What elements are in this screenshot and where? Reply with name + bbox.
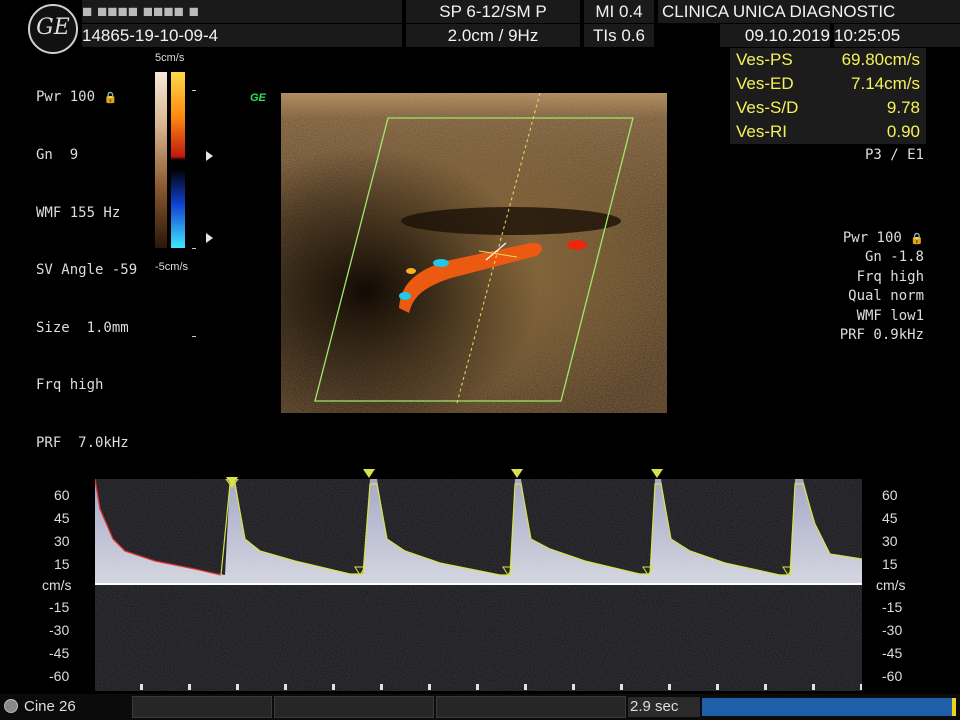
tis-label: TIs 0.6 [584,24,654,47]
tick-neg45: -45 [49,645,70,661]
patient-name: ■ ■■■■ ■■■■ ■ [82,0,402,23]
cine-icon [4,699,18,713]
param-sv-angle: SV Angle -59 [36,262,138,279]
color-velocity-scale [171,72,185,248]
param-wmf: WMF 155 Hz [36,204,121,221]
time-ticks [95,684,862,690]
peak-marker-icon [511,469,523,478]
mi-label: MI 0.4 [584,0,654,23]
measure-sd: Ves-S/D 9.78 [736,98,920,117]
cine-duration: 2.9 sec [628,697,700,717]
tick-45-r: 45 [882,510,898,526]
peak-marker-icon [226,477,238,486]
axis-unit-left: cm/s [42,577,72,593]
scale-marker [192,248,196,249]
tick-15-r: 15 [882,556,898,572]
bmode-image [281,93,667,413]
tick-neg30-r: -30 [882,622,903,638]
scale-marker [192,336,196,337]
measure-ps: Ves-PS 69.80cm/s [736,50,920,69]
param-frq: Frq high [36,377,104,394]
tick-30-r: 30 [882,533,898,549]
r-param-prf: PRF 0.9kHz [839,327,924,344]
r-param-gain: Gn -1.8 [864,249,924,266]
cine-label: Cine 26 [24,698,76,715]
focus-arrow-icon [206,151,213,161]
tick-60: 60 [54,487,70,503]
preset-label: P3 / E1 [864,147,924,163]
cine-progress-handle[interactable] [952,698,956,716]
ge-orientation-mark: GE [250,92,266,104]
tick-45: 45 [54,510,70,526]
r-param-power: Pwr 100 [842,230,902,246]
axis-unit-right: cm/s [876,577,906,593]
param-size: Size 1.0mm [36,319,129,336]
measure-ri: Ves-RI 0.90 [736,122,920,141]
header-bar: GE ■ ■■■■ ■■■■ ■ 14865-19-10-09-4 SP 6-1… [0,0,960,54]
bmode-svg [281,93,667,413]
tick-neg15: -15 [49,599,70,615]
param-gain: Gn 9 [36,147,79,164]
spectrum-svg [94,468,863,691]
lock-icon: 🔒 [910,232,924,245]
r-param-qual: Qual norm [848,288,924,305]
footer-slot-1[interactable] [132,696,272,718]
scale-marker [192,90,196,91]
measure-ed: Ves-ED 7.14cm/s [736,74,920,93]
left-params: Pwr 100 🔒 Gn 9 WMF 155 Hz SV Angle -59 S… [36,50,137,472]
ge-logo: GE [28,4,78,54]
peak-marker-icon [651,469,663,478]
tick-neg60-r: -60 [882,668,903,684]
exam-date: 09.10.2019 [720,24,830,47]
footer-slot-3[interactable] [436,696,626,718]
focus-arrow-icon [206,233,213,243]
r-param-frq: Frq high [856,268,924,285]
measurement-panel: Ves-PS 69.80cm/s Ves-ED 7.14cm/s Ves-S/D 9.… [730,48,926,144]
patient-id: 14865-19-10-09-4 [82,24,402,47]
footer-slot-2[interactable] [274,696,434,718]
tick-60-r: 60 [882,487,898,503]
peak-marker-icon [363,469,375,478]
depth-freq-label: 2.0cm / 9Hz [406,24,580,47]
doppler-spectrum [94,468,863,691]
scale-top-label: 5cm/s [155,52,185,64]
r-param-wmf: WMF low1 [856,307,924,324]
param-prf: PRF 7.0kHz [36,435,129,452]
exam-time: 10:25:05 [834,24,960,47]
bmode-gray-map [155,72,167,248]
probe-label: SP 6-12/SM P [406,0,580,23]
cine-progress-bar[interactable] [702,698,952,716]
clinic-name: CLINICA UNICA DIAGNOSTIC [658,0,960,23]
tick-30: 30 [54,533,70,549]
scale-bottom-label: -5cm/s [155,261,188,273]
tick-neg60: -60 [49,668,70,684]
param-power: Pwr 100 [36,89,96,106]
tick-neg45-r: -45 [882,645,903,661]
tick-neg30: -30 [49,622,70,638]
right-params: Pwr 100 🔒 Gn -1.8 Frq high Qual norm WMF… [790,229,924,345]
lock-icon: 🔒 [103,91,118,105]
tick-neg15-r: -15 [882,599,903,615]
tick-15: 15 [54,556,70,572]
